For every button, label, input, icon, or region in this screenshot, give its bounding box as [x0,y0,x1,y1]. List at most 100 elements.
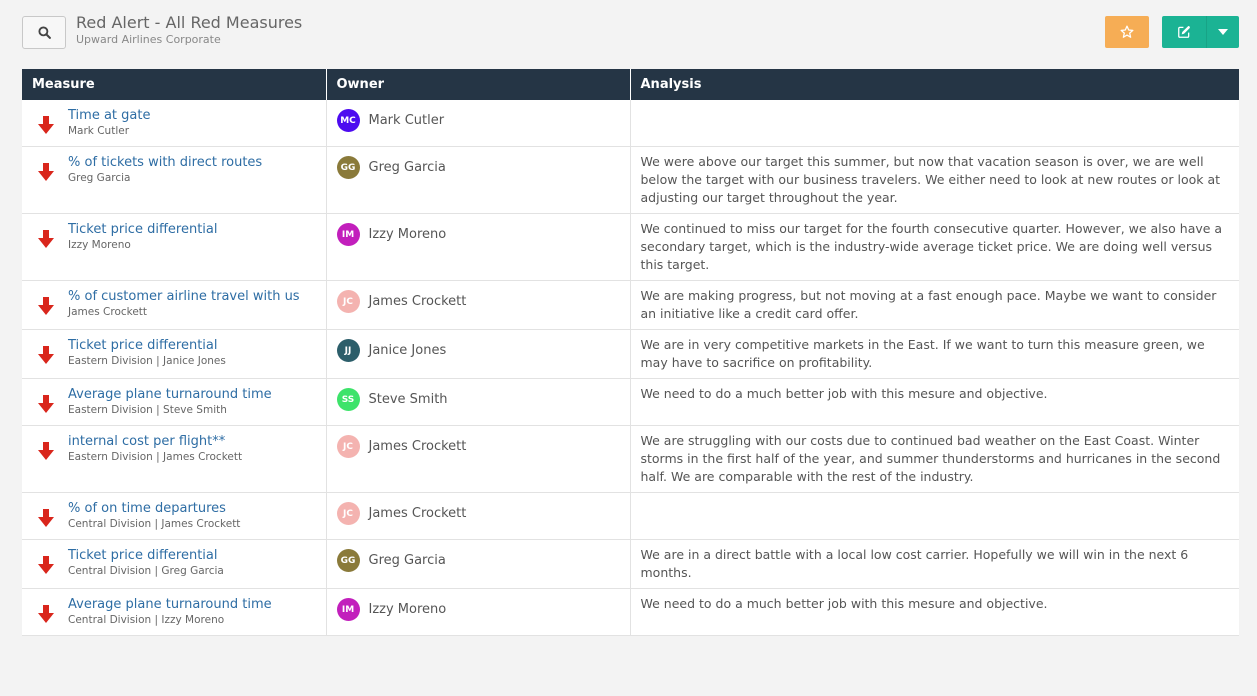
measure-cell: % of customer airline travel with us Jam… [22,280,327,330]
measure-cell: Ticket price differential Central Divisi… [22,539,327,589]
caret-down-icon [1218,29,1228,35]
analysis-cell [630,492,1239,540]
table-row: Ticket price differential Eastern Divisi… [22,329,1239,379]
measure-link[interactable]: Ticket price differential [68,338,316,354]
avatar: JC [336,290,360,313]
owner: GG Greg Garcia [336,549,620,572]
measure-link[interactable]: % of tickets with direct routes [68,155,316,171]
owner-name: Janice Jones [368,343,447,358]
owner-name: Steve Smith [368,392,448,407]
owner: SS Steve Smith [336,388,620,411]
measure-subtitle: James Crockett [68,306,148,318]
analysis-cell: We continued to miss our target for the … [630,213,1239,281]
arrow-down-icon [38,395,54,413]
owner-name: Izzy Moreno [368,227,447,242]
arrow-down-icon [38,605,54,623]
edit-icon [1178,26,1190,38]
owner-cell: IM Izzy Moreno [326,213,631,281]
measure-cell: Average plane turnaround time Central Di… [22,588,327,636]
owner-name: Izzy Moreno [368,602,447,617]
avatar: IM [336,598,360,621]
table-row: % of customer airline travel with us Jam… [22,280,1239,330]
arrow-down-icon [38,116,54,134]
analysis-cell: We need to do a much better job with thi… [630,378,1239,426]
owner: IM Izzy Moreno [336,598,620,621]
measure-subtitle: Eastern Division | Steve Smith [68,404,227,416]
measure-cell: Time at gate Mark Cutler [22,100,327,147]
analysis-cell: We are making progress, but not moving a… [630,280,1239,330]
measure-link[interactable]: Average plane turnaround time [68,387,316,403]
analysis-cell: We need to do a much better job with thi… [630,588,1239,636]
measure-cell: % of tickets with direct routes Greg Gar… [22,146,327,214]
arrow-down-icon [38,163,54,181]
edit-button-group [1162,16,1239,48]
owner: JC James Crockett [336,290,620,313]
arrow-down-icon [38,442,54,460]
search-icon [37,26,51,39]
arrow-down-icon [38,230,54,248]
owner-cell: IM Izzy Moreno [326,588,631,636]
owner-cell: GG Greg Garcia [326,539,631,589]
owner: JJ Janice Jones [336,339,620,362]
owner-cell: JC James Crockett [326,425,631,493]
owner-cell: JC James Crockett [326,280,631,330]
measure-cell: Average plane turnaround time Eastern Di… [22,378,327,426]
owner: JC James Crockett [336,502,620,525]
table-header-row: Measure Owner Analysis [22,69,1239,100]
favorite-button[interactable] [1105,16,1149,48]
owner-name: Mark Cutler [368,113,445,128]
measure-link[interactable]: internal cost per flight** [68,434,316,450]
owner-name: James Crockett [368,294,467,309]
measure-subtitle: Mark Cutler [68,125,130,137]
measure-link[interactable]: Ticket price differential [68,548,316,564]
measure-subtitle: Greg Garcia [68,172,131,184]
owner-name: Greg Garcia [368,553,446,568]
edit-dropdown-button[interactable] [1206,16,1239,48]
measure-link[interactable]: % of on time departures [68,501,316,517]
avatar: JC [336,435,360,458]
analysis-cell [630,100,1239,147]
owner: MC Mark Cutler [336,109,620,132]
column-header-owner[interactable]: Owner [326,69,631,100]
measure-link[interactable]: Time at gate [68,108,316,124]
avatar: JJ [336,339,360,362]
owner: IM Izzy Moreno [336,223,620,246]
avatar: IM [336,223,360,246]
measure-cell: internal cost per flight** Eastern Divis… [22,425,327,493]
search-button[interactable] [22,16,66,49]
column-header-measure[interactable]: Measure [22,69,327,100]
owner-cell: JC James Crockett [326,492,631,540]
arrow-down-icon [38,297,54,315]
arrow-down-icon [38,509,54,527]
page-title: Red Alert - All Red Measures [76,13,303,32]
owner: GG Greg Garcia [336,156,620,179]
avatar: GG [336,549,360,572]
table-row: Average plane turnaround time Central Di… [22,588,1239,636]
owner: JC James Crockett [336,435,620,458]
measure-subtitle: Eastern Division | Janice Jones [68,355,226,367]
column-header-analysis[interactable]: Analysis [630,69,1239,100]
measure-cell: Ticket price differential Izzy Moreno [22,213,327,281]
table-row: Time at gate Mark Cutler MC Mark Cutler [22,100,1239,147]
owner-cell: MC Mark Cutler [326,100,631,147]
measure-link[interactable]: Ticket price differential [68,222,316,238]
owner-cell: SS Steve Smith [326,378,631,426]
measures-table: Measure Owner Analysis Time at gate Mark… [22,69,1239,636]
measure-subtitle: Eastern Division | James Crockett [68,451,243,463]
avatar: MC [336,109,360,132]
table-row: Average plane turnaround time Eastern Di… [22,378,1239,426]
page-header: Red Alert - All Red Measures Upward Airl… [76,13,302,47]
owner-name: Greg Garcia [368,160,446,175]
avatar: SS [336,388,360,411]
table-row: Ticket price differential Central Divisi… [22,539,1239,589]
measure-subtitle: Central Division | James Crockett [68,518,241,530]
owner-cell: JJ Janice Jones [326,329,631,379]
owner-cell: GG Greg Garcia [326,146,631,214]
page-subtitle: Upward Airlines Corporate [76,33,221,46]
edit-button[interactable] [1162,16,1206,48]
measure-link[interactable]: % of customer airline travel with us [68,289,316,305]
analysis-cell: We are struggling with our costs due to … [630,425,1239,493]
measure-cell: Ticket price differential Eastern Divisi… [22,329,327,379]
measure-link[interactable]: Average plane turnaround time [68,597,316,613]
owner-name: James Crockett [368,439,467,454]
